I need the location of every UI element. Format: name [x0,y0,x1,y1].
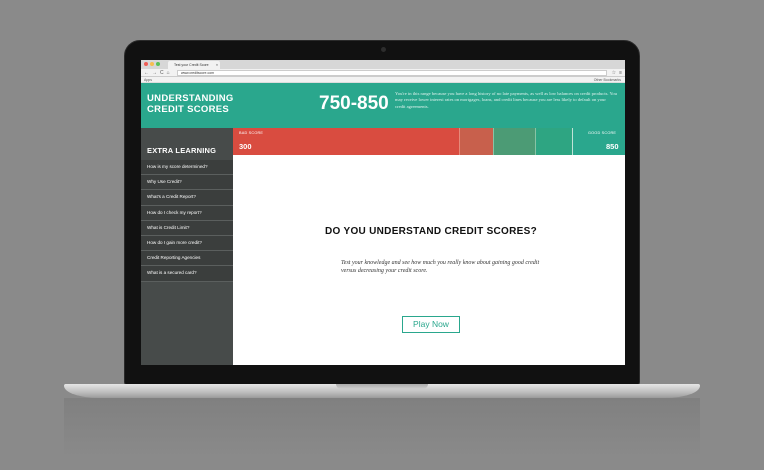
sidebar-list: How is my score determined? Why Use Cred… [141,160,233,282]
home-icon[interactable]: ⌂ [167,70,170,76]
browser-tab[interactable]: Test your Credit Score × [168,61,220,69]
reload-icon[interactable]: C [160,70,164,76]
sidebar-item-credit-limit[interactable]: What is Credit Limit? [141,220,233,236]
web-page: UNDERSTANDING CREDIT SCORES 750-850 You'… [141,83,625,365]
gauge-segment [535,128,572,155]
close-window-icon[interactable] [144,62,148,66]
gauge-segment [459,128,493,155]
nav-buttons: ← → C ⌂ [144,70,170,76]
sidebar-item-reporting-agencies[interactable]: Credit Reporting Agencies [141,251,233,267]
menu-icon[interactable]: ≡ [619,70,622,76]
gauge-bad-segment [233,128,459,155]
maximize-window-icon[interactable] [156,62,160,66]
browser-tab-bar: Test your Credit Score × [141,60,625,69]
site-logo[interactable]: UNDERSTANDING CREDIT SCORES [147,93,234,115]
back-icon[interactable]: ← [144,70,149,76]
bad-score-value: 300 [239,142,252,151]
main-content: DO YOU UNDERSTAND CREDIT SCORES? Test yo… [233,155,625,365]
sidebar-item-why-use-credit[interactable]: Why Use Credit? [141,175,233,191]
brand-line2: CREDIT SCORES [147,104,230,115]
sidebar: EXTRA LEARNING How is my score determine… [141,128,233,365]
bad-score-label: BAD SCORE [239,131,264,135]
laptop-reflection [64,398,700,458]
sidebar-title: EXTRA LEARNING [147,146,217,155]
sidebar-item-score-determined[interactable]: How is my score determined? [141,160,233,176]
play-now-button[interactable]: Play Now [402,316,460,333]
sidebar-item-gain-credit[interactable]: How do I gain more credit? [141,235,233,252]
window-controls [144,62,160,66]
good-score-label: GOOD SCORE [588,131,617,135]
sidebar-item-check-report[interactable]: How do I check my report? [141,205,233,221]
sidebar-item-credit-report[interactable]: What's a Credit Report? [141,190,233,206]
url-input[interactable]: www.creditscore.com [177,70,607,76]
page-header: UNDERSTANDING CREDIT SCORES 750-850 You'… [141,83,625,128]
tab-close-icon[interactable]: × [216,61,218,69]
laptop-notch [336,384,428,389]
laptop-screen: Test your Credit Score × ← → C ⌂ www.cre… [141,60,625,365]
tab-title: Test your Credit Score [174,63,209,67]
sidebar-item-secured-card[interactable]: What is a secured card? [141,266,233,282]
minimize-window-icon[interactable] [150,62,154,66]
intro-text: Test your knowledge and see how much you… [341,260,540,274]
brand-line1: UNDERSTANDING [147,93,234,104]
score-gauge: BAD SCORE 300 GOOD SCORE 850 [233,128,625,155]
range-description: You're in this range because you have a … [395,91,617,109]
gauge-segment [493,128,535,155]
address-bar-row: ← → C ⌂ www.creditscore.com ☆ ≡ [141,69,625,77]
score-range: 750-850 [319,93,389,114]
good-score-value: 850 [606,142,619,151]
forward-icon[interactable]: → [152,70,157,76]
camera-icon [381,47,386,52]
bookmark-star-icon[interactable]: ☆ [612,70,616,76]
page-title: DO YOU UNDERSTAND CREDIT SCORES? [324,226,538,237]
browser-actions: ☆ ≡ [612,70,622,76]
